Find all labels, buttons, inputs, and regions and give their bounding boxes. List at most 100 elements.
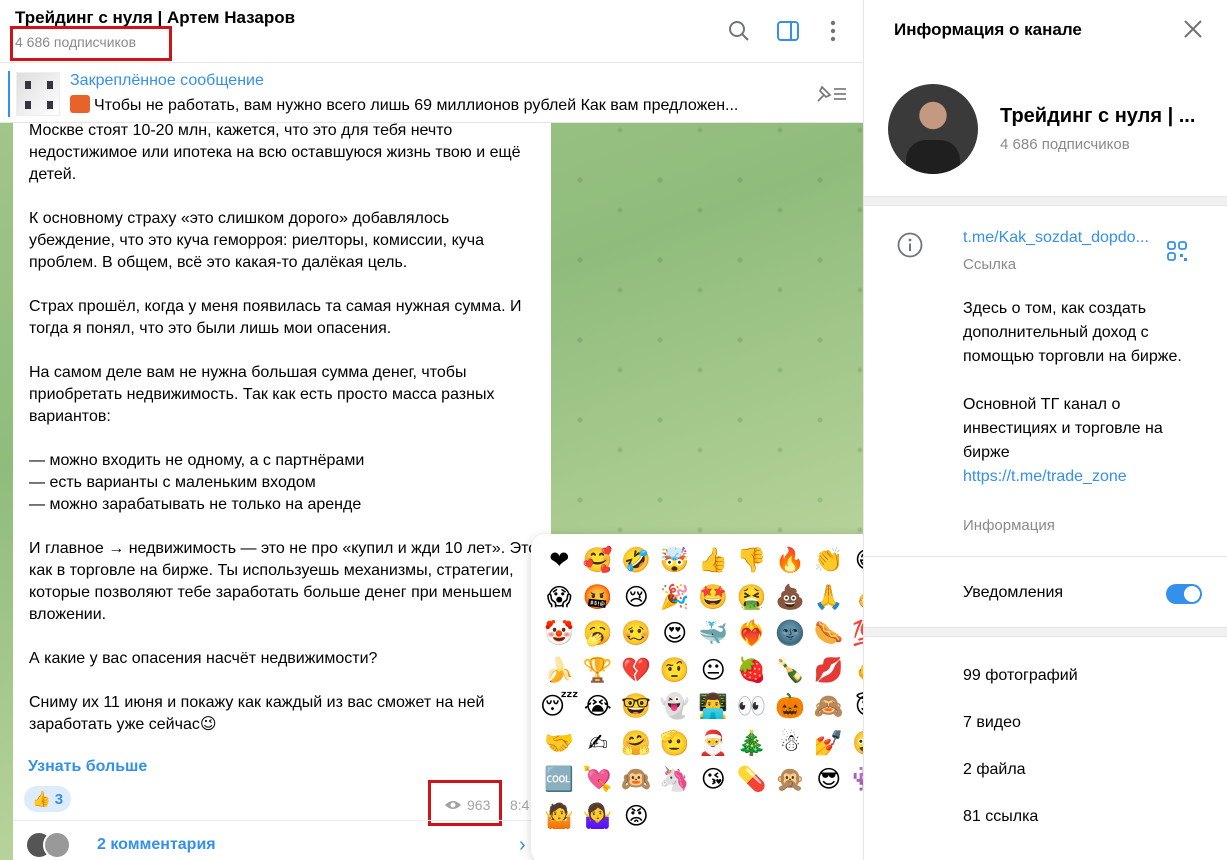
emoji-option[interactable]: 👌 [848, 579, 863, 616]
emoji-option[interactable]: 🍾 [771, 652, 810, 689]
media-files[interactable]: 2 файла [963, 761, 1026, 779]
emoji-option[interactable]: 🤮 [733, 579, 772, 616]
emoji-option[interactable]: 🥴 [617, 615, 656, 652]
emoji-option[interactable]: 🫡 [656, 725, 695, 762]
emoji-option[interactable]: 🏆 [579, 652, 618, 689]
search-icon[interactable] [726, 18, 752, 44]
emoji-option[interactable]: 💩 [771, 579, 810, 616]
emoji-option[interactable]: 😇 [848, 688, 863, 725]
emoji-option[interactable]: 🖕 [848, 652, 863, 689]
learn-more-link[interactable]: Узнать больше [28, 758, 147, 776]
pinned-message-bar[interactable]: Закреплённое сообщение Чтобы не работать… [0, 63, 863, 123]
pin-list-icon[interactable] [814, 83, 848, 110]
emoji-option[interactable]: 🎅 [694, 725, 733, 762]
emoji-option[interactable]: 😘 [694, 761, 733, 798]
more-menu-icon[interactable] [820, 18, 846, 44]
notifications-toggle[interactable] [1166, 584, 1202, 604]
emoji-option[interactable]: ❤‍🔥 [733, 615, 772, 652]
emoji-option[interactable]: 🤗 [617, 725, 656, 762]
description-label: Информация [963, 517, 1055, 534]
emoji-option[interactable]: 🥱 [579, 615, 618, 652]
emoji-option[interactable]: 🥰 [579, 542, 618, 579]
emoji-option[interactable]: 💔 [617, 652, 656, 689]
chevron-right-icon[interactable]: › [519, 834, 526, 857]
emoji-option[interactable]: 🐳 [694, 615, 733, 652]
emoji-option[interactable]: 💯 [848, 615, 863, 652]
emoji-option[interactable]: 👍 [694, 542, 733, 579]
pinned-text-content: Чтобы не работать, вам нужно всего лишь … [94, 97, 739, 114]
emoji-option[interactable]: 🙊 [771, 761, 810, 798]
emoji-option[interactable]: 🤨 [656, 652, 695, 689]
thumbs-up-icon: 👍 [32, 791, 51, 808]
message-paragraph: На самом деле вам не нужна большая сумма… [29, 364, 495, 425]
emoji-option[interactable]: 🌚 [771, 615, 810, 652]
emoji-option[interactable]: 🤡 [540, 615, 579, 652]
pinned-emoji-icon [70, 95, 90, 113]
divider [13, 820, 551, 821]
close-icon[interactable] [1182, 18, 1204, 40]
emoji-option[interactable]: 🤷‍♀ [579, 798, 618, 835]
reaction-chip[interactable]: 👍 3 [24, 786, 72, 812]
description-link[interactable]: https://t.me/trade_zone [963, 468, 1127, 485]
emoji-option[interactable]: 🦄 [656, 761, 695, 798]
channel-avatar[interactable] [888, 84, 978, 174]
emoji-option[interactable]: ✍ [579, 725, 618, 762]
emoji-option[interactable]: 😴 [540, 688, 579, 725]
emoji-option[interactable]: 😢 [617, 579, 656, 616]
emoji-option[interactable]: 🎉 [656, 579, 695, 616]
emoji-option[interactable]: 💅 [810, 725, 849, 762]
emoji-option[interactable]: 👾 [848, 761, 863, 798]
message-list-item: — можно входить не одному, а с партнёрам… [29, 452, 365, 469]
emoji-option[interactable]: ☃ [771, 725, 810, 762]
emoji-option[interactable]: 🙈 [810, 688, 849, 725]
chat-header[interactable]: Трейдинг с нуля | Артем Назаров 4 686 по… [0, 0, 863, 63]
emoji-option[interactable]: 🤝 [540, 725, 579, 762]
media-photos[interactable]: 99 фотографий [963, 667, 1078, 685]
emoji-option[interactable]: 💊 [733, 761, 772, 798]
emoji-option[interactable]: 🍓 [733, 652, 772, 689]
emoji-option[interactable]: 💋 [810, 652, 849, 689]
emoji-option[interactable]: 🤩 [694, 579, 733, 616]
media-videos[interactable]: 7 видео [963, 714, 1021, 732]
emoji-option[interactable]: 🤣 [617, 542, 656, 579]
emoji-option[interactable]: 😱 [540, 579, 579, 616]
emoji-option[interactable]: 👏 [810, 542, 849, 579]
emoji-option[interactable]: 🔥 [771, 542, 810, 579]
emoji-option[interactable]: 😍 [656, 615, 695, 652]
emoji-option[interactable]: 🍌 [540, 652, 579, 689]
emoji-option[interactable]: 🤯 [656, 542, 695, 579]
emoji-option[interactable]: ❤ [540, 542, 579, 579]
emoji-option[interactable]: 🙏 [810, 579, 849, 616]
emoji-option[interactable]: 👨‍💻 [694, 688, 733, 725]
media-links[interactable]: 81 ссылка [963, 808, 1038, 826]
emoji-option[interactable]: 🌭 [810, 615, 849, 652]
comments-button[interactable]: 2 комментария [25, 831, 216, 859]
emoji-option[interactable]: 😎 [810, 761, 849, 798]
emoji-option[interactable]: 😁 [848, 542, 863, 579]
description-text: Основной ТГ канал о инвестициях и торгов… [963, 396, 1163, 461]
emoji-grid: ❤🥰🤣🤯👍👎🔥👏😁🤔😱🤬😢🎉🤩🤮💩🙏👌🕊🤡🥱🥴😍🐳❤‍🔥🌚🌭💯⚡🍌🏆💔🤨😐🍓🍾💋… [531, 542, 863, 834]
emoji-option[interactable]: 😭 [579, 688, 618, 725]
info-icon [897, 232, 923, 258]
emoji-option[interactable]: 🤓 [617, 688, 656, 725]
emoji-option[interactable]: 😐 [694, 652, 733, 689]
emoji-option[interactable]: 💘 [579, 761, 618, 798]
emoji-option[interactable]: 🤷 [540, 798, 579, 835]
reaction-count: 3 [54, 790, 64, 808]
emoji-option[interactable]: 👀 [733, 688, 772, 725]
highlight-box [10, 26, 172, 61]
channel-title[interactable]: Трейдинг с нуля | Артем Назаров [15, 8, 295, 28]
emoji-option[interactable]: 😡 [617, 798, 656, 835]
emoji-option[interactable]: 🎄 [733, 725, 772, 762]
channel-link[interactable]: t.me/Kak_sozdat_dopdo... [963, 229, 1149, 247]
message-list-item: — можно зарабатывать не только на аренде [29, 496, 362, 513]
emoji-option[interactable]: 🆒 [540, 761, 579, 798]
emoji-option[interactable]: 🤬 [579, 579, 618, 616]
emoji-option[interactable]: 🙉 [617, 761, 656, 798]
emoji-option[interactable]: 👎 [733, 542, 772, 579]
qr-code-icon[interactable] [1166, 240, 1188, 262]
emoji-option[interactable]: 🎃 [771, 688, 810, 725]
emoji-option[interactable]: 🤪 [848, 725, 863, 762]
emoji-option[interactable]: 👻 [656, 688, 695, 725]
sidebar-toggle-icon[interactable] [775, 18, 801, 44]
